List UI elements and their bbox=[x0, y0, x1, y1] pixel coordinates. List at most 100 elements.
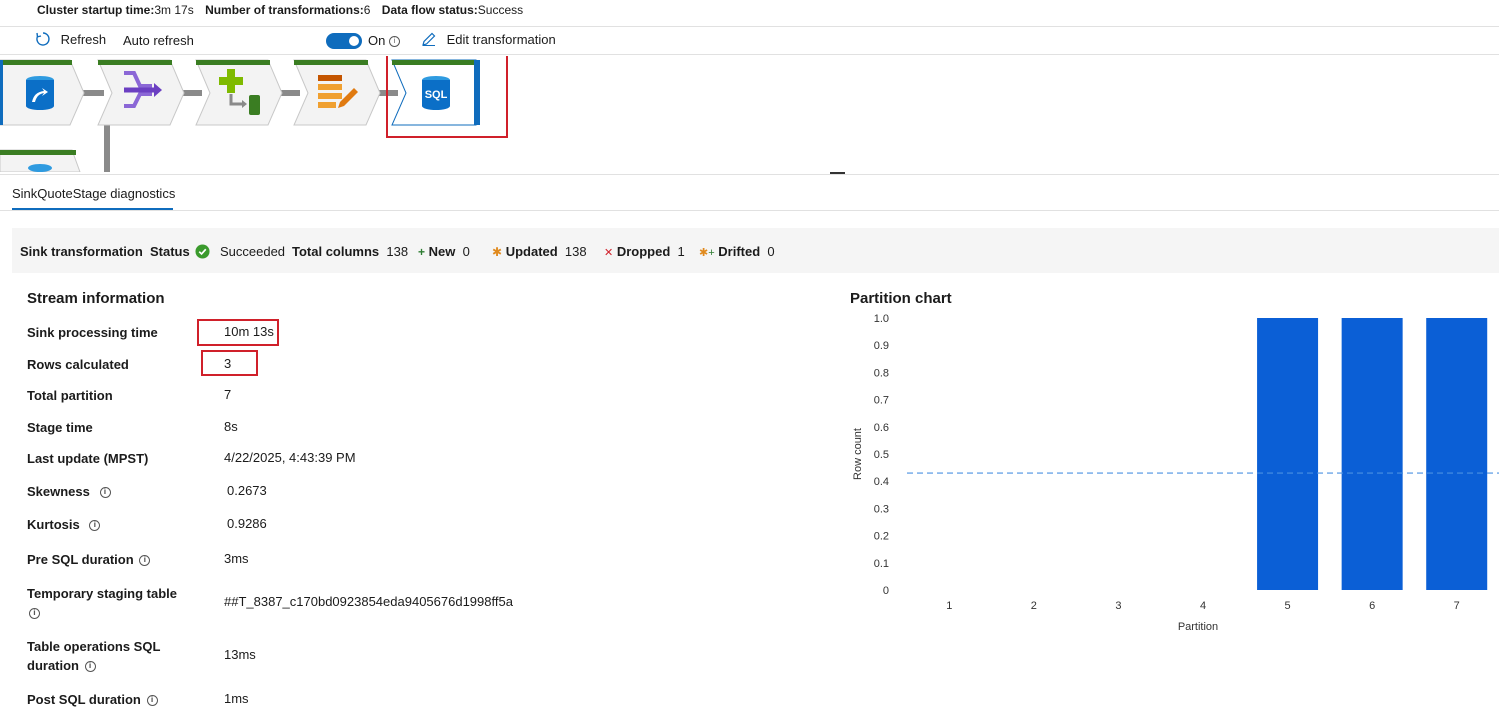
x-tick-label: 5 bbox=[1285, 600, 1291, 612]
plus-icon: + bbox=[418, 245, 426, 259]
last-update-label: Last update (MPST) bbox=[27, 451, 149, 466]
info-icon[interactable]: i bbox=[139, 555, 151, 566]
y-tick-label: 0 bbox=[883, 585, 889, 597]
toggle-on-label: On bbox=[368, 33, 386, 48]
total-columns-value: 138 bbox=[386, 244, 409, 259]
status-summary: Status Succeeded bbox=[150, 244, 285, 259]
rows-calculated-value: 3 bbox=[224, 356, 232, 371]
x-tick-label: 2 bbox=[1031, 600, 1037, 612]
sql-label: SQL bbox=[425, 89, 448, 101]
cluster-startup-value: 3m 17s bbox=[154, 3, 194, 17]
info-icon[interactable]: i bbox=[89, 520, 101, 531]
y-tick-label: 0.5 bbox=[874, 449, 889, 461]
source-icon bbox=[26, 76, 54, 110]
divider bbox=[0, 26, 1499, 27]
y-axis-label: Row count bbox=[852, 428, 864, 480]
edit-transformation-button[interactable]: Edit transformation bbox=[421, 31, 556, 47]
connector bbox=[104, 122, 110, 172]
sink-processing-time-value: 10m 13s bbox=[224, 324, 274, 339]
stream-info-title: Stream information bbox=[27, 290, 165, 307]
skewness-value: 0.2673 bbox=[227, 483, 267, 498]
drift-icon: ✱+ bbox=[699, 247, 715, 259]
sink-transformation-label: Sink transformation bbox=[20, 244, 143, 259]
stage-time-label: Stage time bbox=[27, 420, 93, 435]
y-tick-label: 0.8 bbox=[874, 367, 889, 379]
y-tick-label: 0.3 bbox=[874, 503, 889, 515]
drifted-label: Drifted bbox=[718, 244, 761, 259]
auto-refresh-toggle[interactable] bbox=[326, 33, 362, 49]
total-columns-summary: Total columns 138 bbox=[292, 244, 408, 259]
y-tick-label: 1.0 bbox=[874, 313, 889, 325]
dropped-columns-summary: ✕ Dropped 1 bbox=[604, 244, 685, 259]
y-tick-label: 0.7 bbox=[874, 395, 889, 407]
total-partition-label: Total partition bbox=[27, 388, 113, 403]
sql-sink-icon: SQL bbox=[422, 76, 450, 110]
drifted-value: 0 bbox=[767, 244, 775, 259]
dropped-value: 1 bbox=[677, 244, 685, 259]
new-value: 0 bbox=[462, 244, 470, 259]
info-icon[interactable]: i bbox=[99, 487, 111, 498]
updated-value: 138 bbox=[564, 244, 587, 259]
status-summary-label: Status bbox=[150, 244, 190, 259]
sink-processing-time-label: Sink processing time bbox=[27, 325, 158, 340]
kurtosis-row: Kurtosis i bbox=[27, 515, 197, 534]
x-tick-label: 6 bbox=[1369, 600, 1375, 612]
status-value: Success bbox=[477, 3, 524, 17]
info-icon[interactable]: i bbox=[84, 661, 96, 672]
auto-refresh-label: Auto refresh bbox=[123, 33, 194, 48]
chart-bar bbox=[1341, 318, 1403, 590]
partition-chart: 0 0.1 0.2 0.3 0.4 0.5 0.6 0.7 0.8 0.9 1.0 1 2 3 4 5 6 7 Pa… bbox=[852, 313, 1499, 633]
total-columns-label: Total columns bbox=[292, 244, 380, 259]
divider bbox=[0, 174, 1499, 175]
pipeline-node-sql-sink[interactable]: SQL bbox=[391, 59, 480, 126]
temp-staging-table-label: Temporary staging table bbox=[27, 586, 178, 601]
transformations-value: 6 bbox=[363, 3, 371, 17]
edit-transformation-label: Edit transformation bbox=[446, 32, 556, 47]
x-tick-label: 1 bbox=[946, 600, 952, 612]
pre-sql-duration-row: Pre SQL duration i bbox=[27, 550, 197, 569]
post-sql-duration-label: Post SQL duration bbox=[27, 692, 141, 707]
pipeline-node-alter-row[interactable] bbox=[293, 59, 381, 126]
divider bbox=[0, 210, 1499, 211]
pipeline-node-source[interactable] bbox=[0, 59, 85, 126]
dropped-label: Dropped bbox=[616, 244, 671, 259]
cluster-startup-label: Cluster startup time: bbox=[37, 3, 155, 17]
info-icon[interactable]: i bbox=[29, 608, 40, 619]
post-sql-duration-value: 1ms bbox=[224, 691, 249, 706]
x-tick-label: 4 bbox=[1200, 600, 1206, 612]
updated-columns-summary: ✱ Updated 138 bbox=[492, 244, 587, 259]
chart-bar bbox=[1257, 318, 1319, 590]
pre-sql-duration-label: Pre SQL duration bbox=[27, 552, 134, 567]
skewness-label: Skewness bbox=[27, 484, 90, 499]
new-label: New bbox=[428, 244, 456, 259]
chart-bar bbox=[1426, 318, 1488, 590]
kurtosis-value: 0.9286 bbox=[227, 516, 267, 531]
info-icon[interactable]: i bbox=[146, 695, 158, 706]
table-ops-sql-duration-row: Table operations SQL duration i bbox=[27, 637, 177, 675]
x-tick-label: 3 bbox=[1115, 600, 1121, 612]
info-icon[interactable]: i bbox=[388, 36, 400, 47]
x-tick-label: 7 bbox=[1454, 600, 1460, 612]
pipeline-node-source-2[interactable] bbox=[0, 149, 81, 172]
y-tick-label: 0.9 bbox=[874, 340, 889, 352]
refresh-icon bbox=[36, 32, 50, 46]
tab-sink-diagnostics[interactable]: SinkQuoteStage diagnostics bbox=[12, 186, 175, 201]
skewness-row: Skewness i bbox=[27, 482, 197, 501]
run-summary-bar: Cluster startup time:3m 17s Number of tr… bbox=[37, 3, 531, 17]
post-sql-duration-row: Post SQL duration i bbox=[27, 690, 197, 709]
asterisk-icon: ✱ bbox=[492, 245, 503, 259]
x-axis-label: Partition bbox=[1178, 621, 1218, 633]
new-columns-summary: + New 0 bbox=[418, 244, 470, 259]
transformations-label: Number of transformations: bbox=[205, 3, 364, 17]
temp-staging-table-row: Temporary staging table i bbox=[27, 584, 177, 622]
sink-transformation-text: Sink transformation bbox=[20, 244, 143, 259]
refresh-label: Refresh bbox=[60, 32, 107, 47]
pipeline-node-derived-column[interactable] bbox=[195, 59, 283, 126]
divider bbox=[0, 54, 1499, 55]
pipeline-node-join[interactable] bbox=[97, 59, 185, 126]
y-tick-label: 0.4 bbox=[874, 476, 889, 488]
y-tick-label: 0.2 bbox=[874, 531, 889, 543]
pipeline-graph: SQL bbox=[0, 56, 508, 172]
table-ops-sql-duration-value: 13ms bbox=[224, 647, 256, 662]
refresh-button[interactable]: Refresh bbox=[35, 31, 106, 47]
